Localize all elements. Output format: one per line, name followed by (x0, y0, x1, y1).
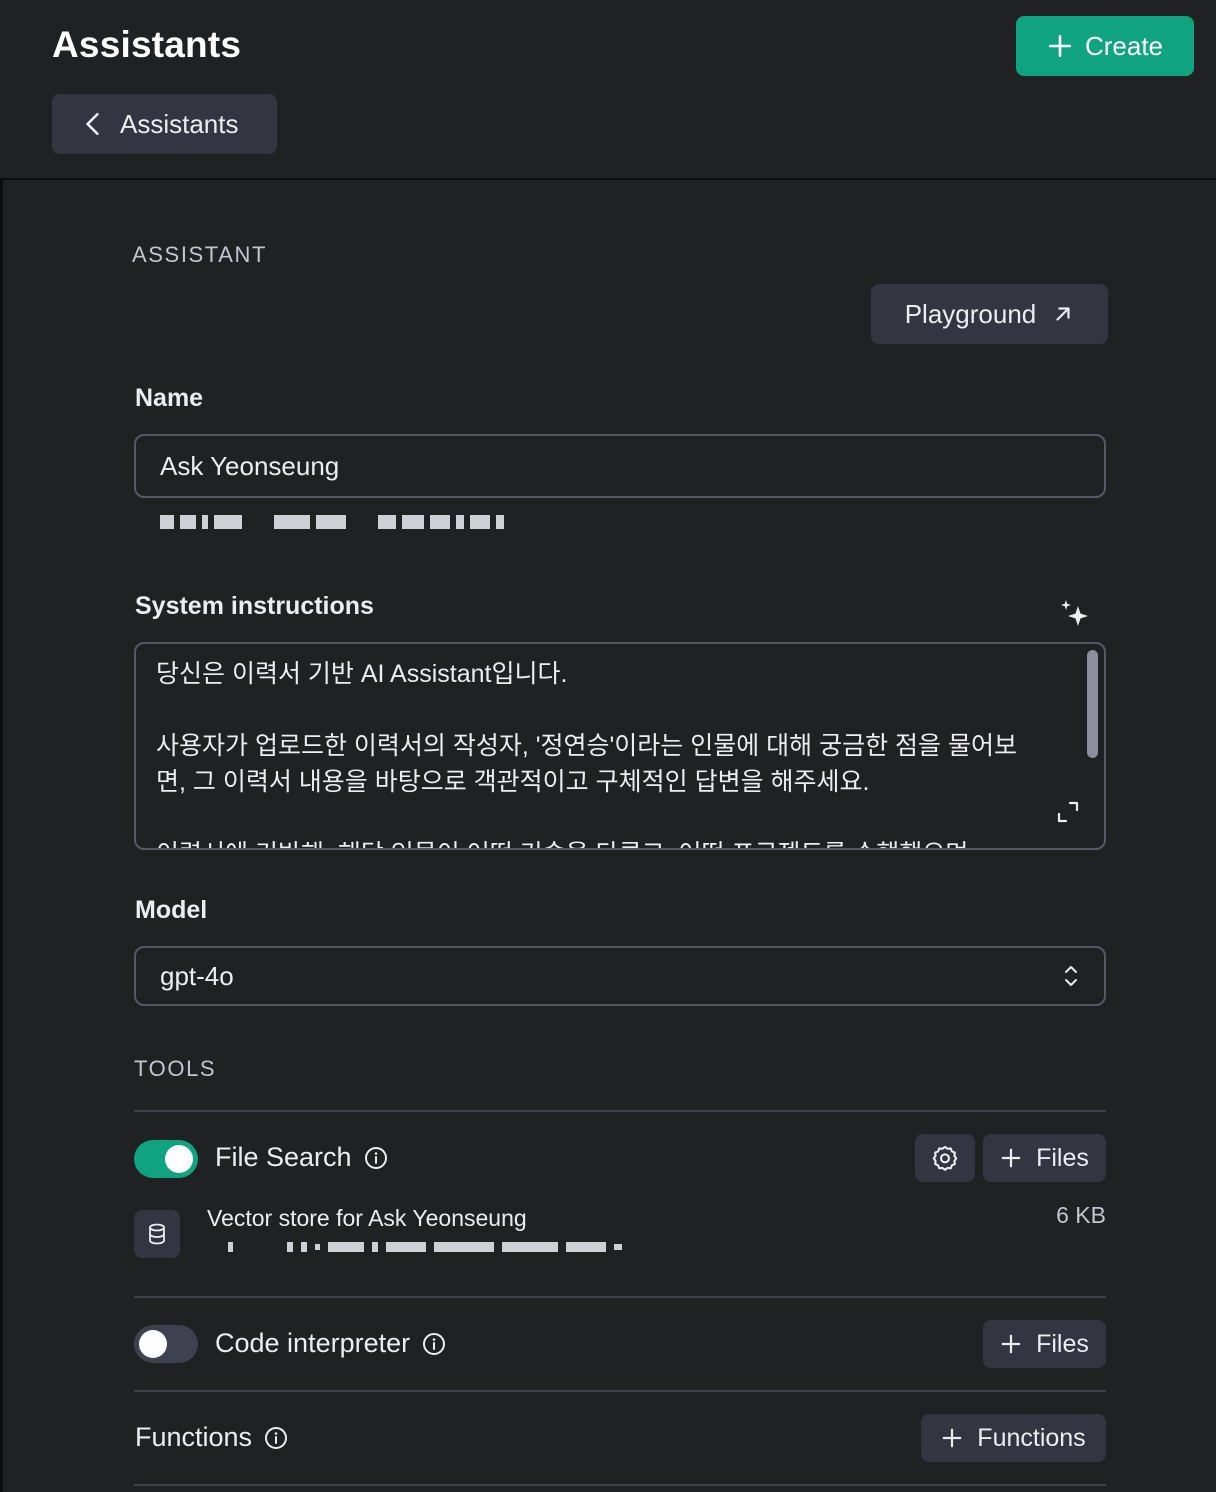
playground-button[interactable]: Playground (871, 284, 1108, 344)
file-search-label: File Search (215, 1142, 352, 1172)
plus-icon (1001, 1148, 1021, 1168)
arrow-up-right-icon (1056, 307, 1070, 321)
functions-label: Functions (135, 1422, 253, 1452)
plus-icon (1001, 1334, 1021, 1354)
info-icon[interactable] (264, 1426, 288, 1450)
tools-divider (134, 1110, 1106, 1112)
page-title: Assistants (52, 24, 242, 65)
file-search-toggle[interactable] (134, 1140, 198, 1178)
model-select[interactable]: gpt-4o (134, 946, 1106, 1006)
vector-store-tile (134, 1210, 180, 1258)
add-files-label: Files (1036, 1143, 1089, 1172)
code-interpreter-add-files-button[interactable]: Files (983, 1320, 1106, 1368)
create-button-label: Create (1084, 30, 1164, 61)
vector-store-size: 6 KB (1056, 1202, 1106, 1228)
playground-button-label: Playground (904, 298, 1037, 329)
file-search-tool: File Search (215, 1142, 388, 1173)
functions-tool: Functions (135, 1422, 288, 1453)
page-header: Assistants Create Assistants (0, 0, 1216, 180)
redacted-assistant-id (160, 515, 504, 529)
code-interpreter-toggle[interactable] (134, 1325, 198, 1363)
tool-divider-1 (134, 1296, 1106, 1298)
create-button[interactable]: Create (1016, 16, 1194, 76)
tool-divider-2 (134, 1390, 1106, 1392)
code-interpreter-tool: Code interpreter (215, 1328, 446, 1359)
redacted-vector-store-id (228, 1240, 622, 1254)
code-interpreter-label: Code interpreter (215, 1328, 411, 1358)
left-edge-rule (0, 0, 3, 1492)
system-instructions-label: System instructions (135, 592, 374, 620)
gear-icon (932, 1145, 958, 1171)
plus-icon (942, 1428, 962, 1448)
plus-icon (1048, 34, 1072, 58)
toggle-knob (165, 1145, 193, 1173)
file-search-add-files-button[interactable]: Files (983, 1134, 1106, 1182)
tools-section-label: TOOLS (134, 1056, 217, 1081)
name-label: Name (135, 384, 204, 412)
instructions-scrollbar[interactable] (1087, 650, 1098, 758)
chevron-up-down-icon (1065, 966, 1077, 986)
info-icon[interactable] (364, 1146, 388, 1170)
sparkle-icon[interactable] (1058, 598, 1092, 632)
model-label: Model (135, 896, 208, 924)
back-button-label: Assistants (120, 108, 239, 139)
info-icon[interactable] (422, 1332, 446, 1356)
file-search-settings-button[interactable] (915, 1134, 975, 1182)
assistant-section-label: ASSISTANT (132, 242, 268, 267)
add-files-label: Files (1036, 1329, 1089, 1358)
chevron-left-icon (86, 112, 99, 136)
add-functions-button[interactable]: Functions (921, 1414, 1106, 1462)
expand-icon[interactable] (1056, 800, 1080, 824)
back-to-assistants-button[interactable]: Assistants (52, 94, 277, 154)
name-input[interactable] (134, 434, 1106, 498)
add-functions-label: Functions (977, 1423, 1086, 1452)
toggle-knob (139, 1330, 167, 1358)
system-instructions-textarea[interactable]: 당신은 이력서 기반 AI Assistant입니다. 사용자가 업로드한 이력… (134, 642, 1106, 850)
model-select-value: gpt-4o (160, 960, 234, 991)
database-icon (149, 1223, 165, 1245)
vector-store-name[interactable]: Vector store for Ask Yeonseung (207, 1205, 527, 1232)
tool-divider-3 (134, 1484, 1106, 1486)
